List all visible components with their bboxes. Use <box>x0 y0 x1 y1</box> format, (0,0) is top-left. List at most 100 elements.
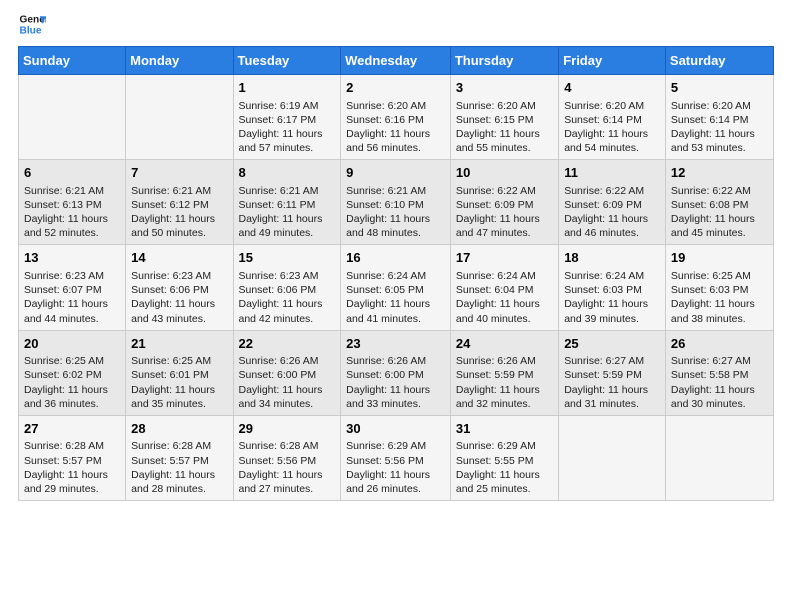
calendar-week-row: 1Sunrise: 6:19 AM Sunset: 6:17 PM Daylig… <box>19 75 774 160</box>
day-info: Sunrise: 6:20 AM Sunset: 6:14 PM Dayligh… <box>564 99 660 156</box>
day-info: Sunrise: 6:22 AM Sunset: 6:08 PM Dayligh… <box>671 184 768 241</box>
calendar-cell <box>126 75 233 160</box>
day-info: Sunrise: 6:20 AM Sunset: 6:15 PM Dayligh… <box>456 99 553 156</box>
calendar-body: 1Sunrise: 6:19 AM Sunset: 6:17 PM Daylig… <box>19 75 774 501</box>
day-info: Sunrise: 6:25 AM Sunset: 6:03 PM Dayligh… <box>671 269 768 326</box>
calendar-cell: 7 Sunrise: 6:21 AM Sunset: 6:12 PM Daylig… <box>126 160 233 245</box>
calendar-cell: 31Sunrise: 6:29 AM Sunset: 5:55 PM Dayli… <box>450 415 558 500</box>
day-number: 25 <box>564 335 660 353</box>
logo-icon: General Blue <box>18 10 46 38</box>
day-number: 7 <box>131 164 227 182</box>
day-info: Sunrise: 6:27 AM Sunset: 5:58 PM Dayligh… <box>671 354 768 411</box>
calendar-cell: 6 Sunrise: 6:21 AM Sunset: 6:13 PM Daylig… <box>19 160 126 245</box>
calendar-cell: 22Sunrise: 6:26 AM Sunset: 6:00 PM Dayli… <box>233 330 341 415</box>
day-number: 15 <box>239 249 336 267</box>
calendar-cell: 9Sunrise: 6:21 AM Sunset: 6:10 PM Daylig… <box>341 160 451 245</box>
day-number: 5 <box>671 79 768 97</box>
day-number: 8 <box>239 164 336 182</box>
calendar-cell: 27Sunrise: 6:28 AM Sunset: 5:57 PM Dayli… <box>19 415 126 500</box>
calendar-cell: 17 Sunrise: 6:24 AM Sunset: 6:04 PM Dayli… <box>450 245 558 330</box>
calendar-week-row: 20Sunrise: 6:25 AM Sunset: 6:02 PM Dayli… <box>19 330 774 415</box>
calendar-cell: 29Sunrise: 6:28 AM Sunset: 5:56 PM Dayli… <box>233 415 341 500</box>
calendar-cell: 24Sunrise: 6:26 AM Sunset: 5:59 PM Dayli… <box>450 330 558 415</box>
page: General Blue SundayMondayTuesdayWednesda… <box>0 0 792 612</box>
day-number: 24 <box>456 335 553 353</box>
day-info: Sunrise: 6:28 AM Sunset: 5:56 PM Dayligh… <box>239 439 336 496</box>
day-info: Sunrise: 6:27 AM Sunset: 5:59 PM Dayligh… <box>564 354 660 411</box>
day-info: Sunrise: 6:29 AM Sunset: 5:55 PM Dayligh… <box>456 439 553 496</box>
calendar-cell: 20Sunrise: 6:25 AM Sunset: 6:02 PM Dayli… <box>19 330 126 415</box>
day-info: Sunrise: 6:25 AM Sunset: 6:01 PM Dayligh… <box>131 354 227 411</box>
day-info: Sunrise: 6:28 AM Sunset: 5:57 PM Dayligh… <box>131 439 227 496</box>
weekday-header: Monday <box>126 47 233 75</box>
day-number: 6 <box>24 164 120 182</box>
day-number: 17 <box>456 249 553 267</box>
calendar-week-row: 6 Sunrise: 6:21 AM Sunset: 6:13 PM Daylig… <box>19 160 774 245</box>
day-number: 9 <box>346 164 445 182</box>
day-number: 1 <box>239 79 336 97</box>
day-number: 18 <box>564 249 660 267</box>
day-info: Sunrise: 6:24 AM Sunset: 6:04 PM Dayligh… <box>456 269 553 326</box>
day-info: Sunrise: 6:21 AM Sunset: 6:12 PM Dayligh… <box>131 184 227 241</box>
day-number: 27 <box>24 420 120 438</box>
calendar-cell: 10 Sunrise: 6:22 AM Sunset: 6:09 PM Dayli… <box>450 160 558 245</box>
day-info: Sunrise: 6:29 AM Sunset: 5:56 PM Dayligh… <box>346 439 445 496</box>
day-number: 22 <box>239 335 336 353</box>
calendar-cell: 8 Sunrise: 6:21 AM Sunset: 6:11 PM Daylig… <box>233 160 341 245</box>
day-info: Sunrise: 6:26 AM Sunset: 6:00 PM Dayligh… <box>239 354 336 411</box>
day-info: Sunrise: 6:25 AM Sunset: 6:02 PM Dayligh… <box>24 354 120 411</box>
calendar-cell: 12Sunrise: 6:22 AM Sunset: 6:08 PM Dayli… <box>665 160 773 245</box>
calendar-cell: 26Sunrise: 6:27 AM Sunset: 5:58 PM Dayli… <box>665 330 773 415</box>
day-number: 13 <box>24 249 120 267</box>
calendar-table: SundayMondayTuesdayWednesdayThursdayFrid… <box>18 46 774 501</box>
calendar-cell: 5 Sunrise: 6:20 AM Sunset: 6:14 PM Daylig… <box>665 75 773 160</box>
header-row: SundayMondayTuesdayWednesdayThursdayFrid… <box>19 47 774 75</box>
calendar-cell: 21Sunrise: 6:25 AM Sunset: 6:01 PM Dayli… <box>126 330 233 415</box>
day-info: Sunrise: 6:22 AM Sunset: 6:09 PM Dayligh… <box>456 184 553 241</box>
calendar-cell: 25Sunrise: 6:27 AM Sunset: 5:59 PM Dayli… <box>559 330 666 415</box>
calendar-cell: 4Sunrise: 6:20 AM Sunset: 6:14 PM Daylig… <box>559 75 666 160</box>
day-info: Sunrise: 6:22 AM Sunset: 6:09 PM Dayligh… <box>564 184 660 241</box>
weekday-header: Wednesday <box>341 47 451 75</box>
header: General Blue <box>18 10 774 38</box>
calendar-week-row: 13 Sunrise: 6:23 AM Sunset: 6:07 PM Dayli… <box>19 245 774 330</box>
day-number: 16 <box>346 249 445 267</box>
calendar-cell <box>559 415 666 500</box>
day-info: Sunrise: 6:26 AM Sunset: 5:59 PM Dayligh… <box>456 354 553 411</box>
day-number: 11 <box>564 164 660 182</box>
day-number: 20 <box>24 335 120 353</box>
calendar-cell: 16Sunrise: 6:24 AM Sunset: 6:05 PM Dayli… <box>341 245 451 330</box>
calendar-header: SundayMondayTuesdayWednesdayThursdayFrid… <box>19 47 774 75</box>
day-number: 31 <box>456 420 553 438</box>
day-info: Sunrise: 6:23 AM Sunset: 6:06 PM Dayligh… <box>131 269 227 326</box>
day-number: 28 <box>131 420 227 438</box>
calendar-cell: 23Sunrise: 6:26 AM Sunset: 6:00 PM Dayli… <box>341 330 451 415</box>
day-number: 30 <box>346 420 445 438</box>
day-info: Sunrise: 6:23 AM Sunset: 6:07 PM Dayligh… <box>24 269 120 326</box>
day-number: 19 <box>671 249 768 267</box>
day-info: Sunrise: 6:20 AM Sunset: 6:16 PM Dayligh… <box>346 99 445 156</box>
weekday-header: Saturday <box>665 47 773 75</box>
day-number: 26 <box>671 335 768 353</box>
svg-text:Blue: Blue <box>20 25 42 36</box>
day-number: 10 <box>456 164 553 182</box>
day-info: Sunrise: 6:21 AM Sunset: 6:11 PM Dayligh… <box>239 184 336 241</box>
day-number: 23 <box>346 335 445 353</box>
calendar-cell: 1Sunrise: 6:19 AM Sunset: 6:17 PM Daylig… <box>233 75 341 160</box>
day-info: Sunrise: 6:23 AM Sunset: 6:06 PM Dayligh… <box>239 269 336 326</box>
day-number: 21 <box>131 335 227 353</box>
calendar-cell: 11 Sunrise: 6:22 AM Sunset: 6:09 PM Dayli… <box>559 160 666 245</box>
calendar-cell <box>665 415 773 500</box>
day-info: Sunrise: 6:20 AM Sunset: 6:14 PM Dayligh… <box>671 99 768 156</box>
day-info: Sunrise: 6:28 AM Sunset: 5:57 PM Dayligh… <box>24 439 120 496</box>
calendar-cell: 18Sunrise: 6:24 AM Sunset: 6:03 PM Dayli… <box>559 245 666 330</box>
day-info: Sunrise: 6:26 AM Sunset: 6:00 PM Dayligh… <box>346 354 445 411</box>
day-number: 29 <box>239 420 336 438</box>
day-number: 3 <box>456 79 553 97</box>
day-number: 2 <box>346 79 445 97</box>
calendar-week-row: 27Sunrise: 6:28 AM Sunset: 5:57 PM Dayli… <box>19 415 774 500</box>
day-info: Sunrise: 6:21 AM Sunset: 6:13 PM Dayligh… <box>24 184 120 241</box>
calendar-cell <box>19 75 126 160</box>
calendar-cell: 13 Sunrise: 6:23 AM Sunset: 6:07 PM Dayli… <box>19 245 126 330</box>
calendar-cell: 19 Sunrise: 6:25 AM Sunset: 6:03 PM Dayli… <box>665 245 773 330</box>
